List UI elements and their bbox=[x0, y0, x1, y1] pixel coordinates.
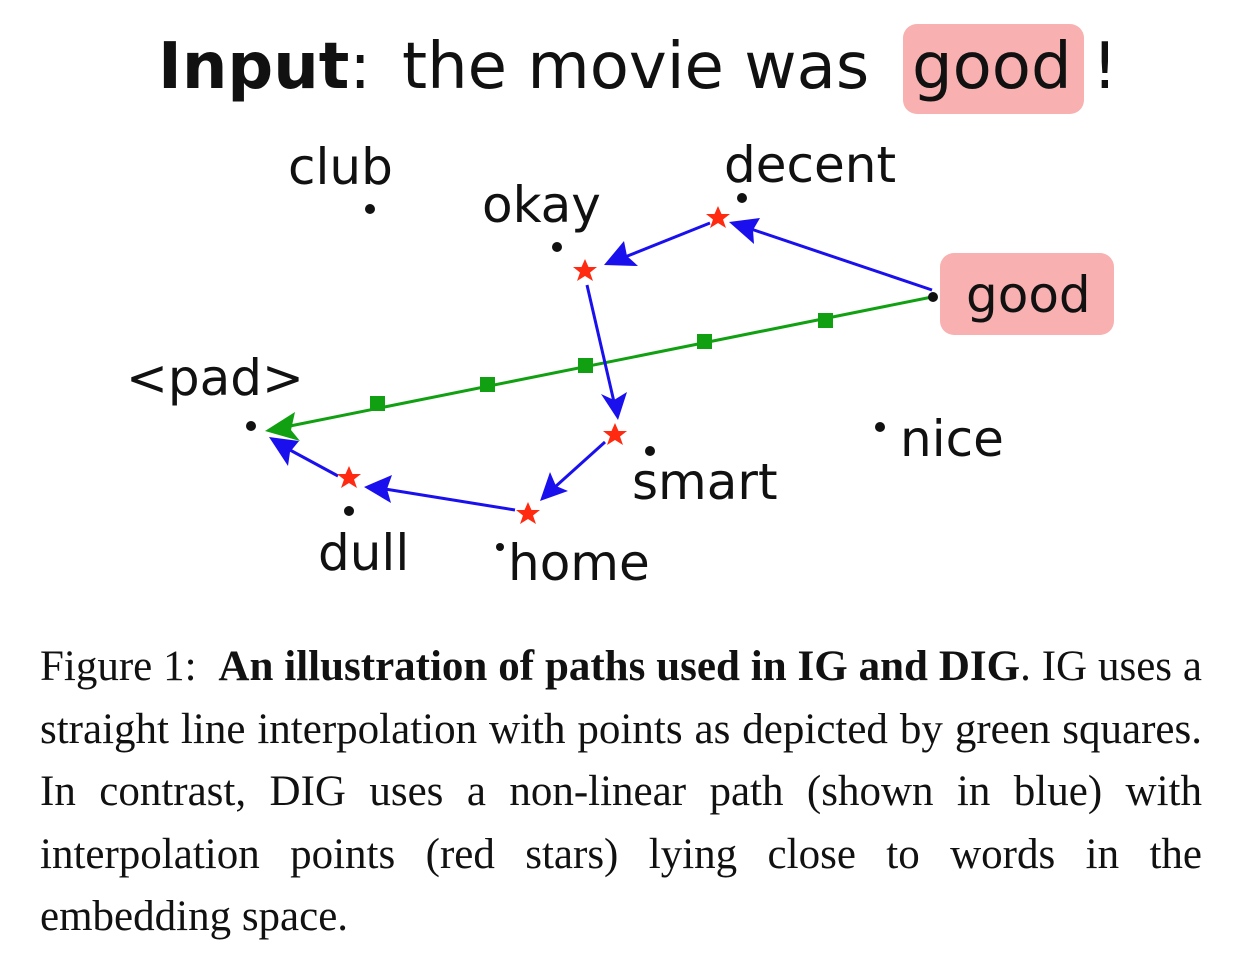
dig-path-segment bbox=[624, 221, 711, 259]
ig-interpolation-square bbox=[480, 377, 495, 392]
red-star-icon bbox=[573, 259, 597, 281]
caption-bold-title: An illustration of paths used in IG and … bbox=[218, 643, 1021, 690]
dig-path-segment bbox=[289, 448, 339, 478]
word-label-dull: dull bbox=[318, 524, 409, 582]
red-star-icon bbox=[337, 466, 361, 488]
input-label: Input bbox=[158, 30, 349, 104]
embedding-path-diagram: Input: the movie was good ! club okay de… bbox=[126, 24, 1118, 592]
word-label-okay: okay bbox=[482, 176, 601, 234]
word-point-dull bbox=[344, 506, 354, 516]
word-label-pad: <pad> bbox=[126, 349, 304, 407]
caption-figure-label: Figure 1: bbox=[40, 643, 197, 690]
dig-path-segment bbox=[553, 440, 607, 489]
input-exclamation: ! bbox=[1092, 30, 1118, 104]
red-star-icon bbox=[516, 502, 540, 524]
dig-path-segment bbox=[747, 226, 933, 292]
word-point-okay bbox=[552, 242, 562, 252]
word-label-decent: decent bbox=[724, 136, 896, 194]
dig-path-segment bbox=[585, 284, 616, 403]
word-label-home: home bbox=[508, 534, 650, 592]
figure-caption: Figure 1: An illustration of paths used … bbox=[40, 636, 1202, 949]
dig-arrowhead bbox=[540, 472, 568, 501]
svg-text:Input:: Input: bbox=[158, 30, 371, 104]
input-sentence: the movie was bbox=[402, 30, 869, 104]
dig-path-segment bbox=[384, 487, 516, 512]
input-highlighted-word: good bbox=[912, 30, 1072, 104]
ig-interpolation-square bbox=[697, 334, 712, 349]
red-star-icon bbox=[603, 423, 627, 445]
ig-straight-path bbox=[265, 295, 933, 441]
word-point-good bbox=[928, 292, 938, 302]
input-colon: : bbox=[349, 30, 371, 104]
ig-interpolation-square bbox=[370, 396, 385, 411]
word-label-club: club bbox=[288, 138, 393, 196]
word-label-good: good bbox=[966, 266, 1091, 324]
word-point-club bbox=[365, 204, 375, 214]
word-label-nice: nice bbox=[900, 410, 1004, 468]
ig-interpolation-square bbox=[818, 313, 833, 328]
ig-interpolation-square bbox=[578, 358, 593, 373]
word-label-smart: smart bbox=[632, 453, 778, 511]
word-point-decent bbox=[737, 193, 747, 203]
word-point-nice bbox=[875, 422, 885, 432]
word-point-pad bbox=[246, 421, 256, 431]
word-point-home bbox=[496, 543, 504, 551]
